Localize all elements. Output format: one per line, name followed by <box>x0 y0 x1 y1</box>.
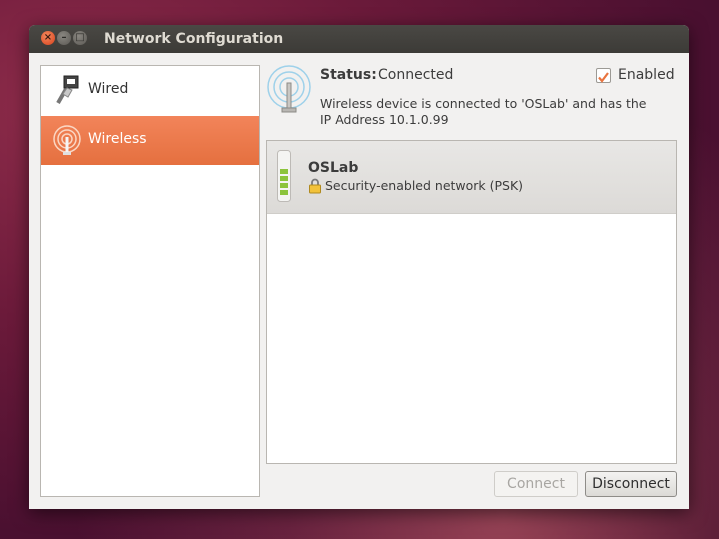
window-title: Network Configuration <box>104 31 284 47</box>
enabled-checkbox[interactable] <box>596 68 611 83</box>
sidebar-item-label: Wired <box>88 81 129 97</box>
network-row[interactable]: OSLab Security-enabled network (PSK) <box>267 141 676 214</box>
signal-strength-icon <box>277 150 291 202</box>
connect-button[interactable]: Connect <box>494 471 578 497</box>
close-icon[interactable]: × <box>41 31 55 45</box>
disconnect-button[interactable]: Disconnect <box>585 471 677 497</box>
checkmark-icon <box>598 72 609 83</box>
title-bar[interactable]: × – □ Network Configuration <box>29 25 689 53</box>
sidebar-item-wireless[interactable]: Wireless <box>41 116 259 165</box>
device-list: Wired Wireless <box>40 65 260 497</box>
sidebar-item-wired[interactable]: Wired <box>41 66 259 115</box>
enabled-label[interactable]: Enabled <box>618 67 675 83</box>
wireless-antenna-icon <box>267 65 311 113</box>
minimize-icon[interactable]: – <box>57 31 71 45</box>
status-description: Wireless device is connected to 'OSLab' … <box>320 96 647 127</box>
wireless-antenna-icon <box>53 125 81 155</box>
status-label: Status: <box>320 67 377 83</box>
network-configuration-window: × – □ Network Configuration Wired Wirele… <box>29 25 689 509</box>
lock-icon <box>309 178 321 194</box>
network-security: Security-enabled network (PSK) <box>325 178 524 193</box>
sidebar-item-label: Wireless <box>88 131 147 147</box>
wired-plug-icon <box>56 75 79 104</box>
maximize-icon[interactable]: □ <box>73 31 87 45</box>
network-name: OSLab <box>308 160 359 176</box>
network-list: OSLab Security-enabled network (PSK) <box>266 140 677 464</box>
status-value: Connected <box>378 67 454 83</box>
